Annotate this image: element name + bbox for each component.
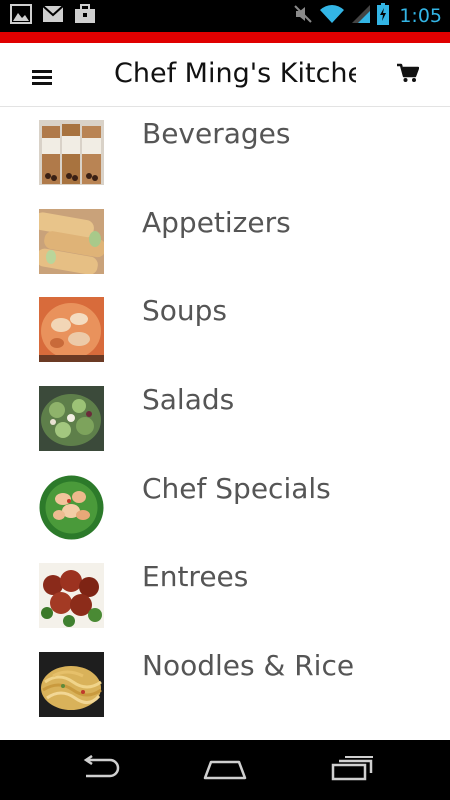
- notification-icons: [0, 3, 96, 29]
- clock-time: 1:05: [399, 5, 442, 27]
- app-title: Chef Ming's Kitchen: [114, 58, 356, 89]
- status-bar: 1:05: [0, 0, 450, 32]
- recent-apps-button[interactable]: [322, 752, 382, 788]
- category-thumbnail: [39, 386, 104, 452]
- list-item-beverages[interactable]: Beverages: [0, 107, 450, 196]
- cart-button[interactable]: [388, 57, 428, 93]
- category-list: Beverages Appetizers Soups Salads Chef S…: [0, 107, 450, 740]
- category-label: Soups: [142, 294, 228, 328]
- category-label: Appetizers: [142, 205, 291, 239]
- battery-charging-icon: [377, 2, 390, 30]
- recent-apps-icon: [329, 755, 375, 786]
- list-item-salads[interactable]: Salads: [0, 373, 450, 462]
- category-thumbnail: [39, 297, 104, 363]
- signal-icon: [351, 4, 371, 29]
- category-thumbnail: [39, 652, 104, 718]
- category-thumbnail: [39, 563, 104, 629]
- mute-icon: [293, 4, 313, 29]
- system-nav-bar: [0, 740, 450, 800]
- menu-button[interactable]: [20, 61, 64, 91]
- gmail-icon: [42, 4, 64, 28]
- home-button[interactable]: [195, 752, 255, 788]
- screen: 1:05 Chef Ming's Kitchen Beverages Appet…: [0, 0, 450, 800]
- system-icons: 1:05: [293, 2, 450, 30]
- briefcase-icon: [74, 3, 96, 29]
- list-item-noodles-rice[interactable]: Noodles & Rice: [0, 639, 450, 728]
- header-accent-stripe: [0, 32, 450, 43]
- app-bar: Chef Ming's Kitchen: [0, 43, 450, 107]
- shopping-cart-icon: [397, 63, 420, 88]
- category-thumbnail: [39, 474, 104, 540]
- gallery-icon: [10, 3, 32, 29]
- category-label: Entrees: [142, 560, 249, 594]
- category-label: Chef Specials: [142, 471, 331, 505]
- list-item-entrees[interactable]: Entrees: [0, 550, 450, 639]
- list-item-appetizers[interactable]: Appetizers: [0, 196, 450, 285]
- category-thumbnail: [39, 208, 104, 274]
- wifi-icon: [319, 4, 345, 29]
- list-item-soups[interactable]: Soups: [0, 284, 450, 373]
- category-thumbnail: [39, 120, 104, 185]
- list-item-chef-specials[interactable]: Chef Specials: [0, 462, 450, 551]
- category-label: Beverages: [142, 117, 291, 150]
- category-label: Salads: [142, 383, 235, 417]
- back-button[interactable]: [70, 752, 130, 788]
- category-label: Noodles & Rice: [142, 649, 355, 683]
- home-icon: [201, 756, 249, 785]
- back-icon: [78, 754, 122, 786]
